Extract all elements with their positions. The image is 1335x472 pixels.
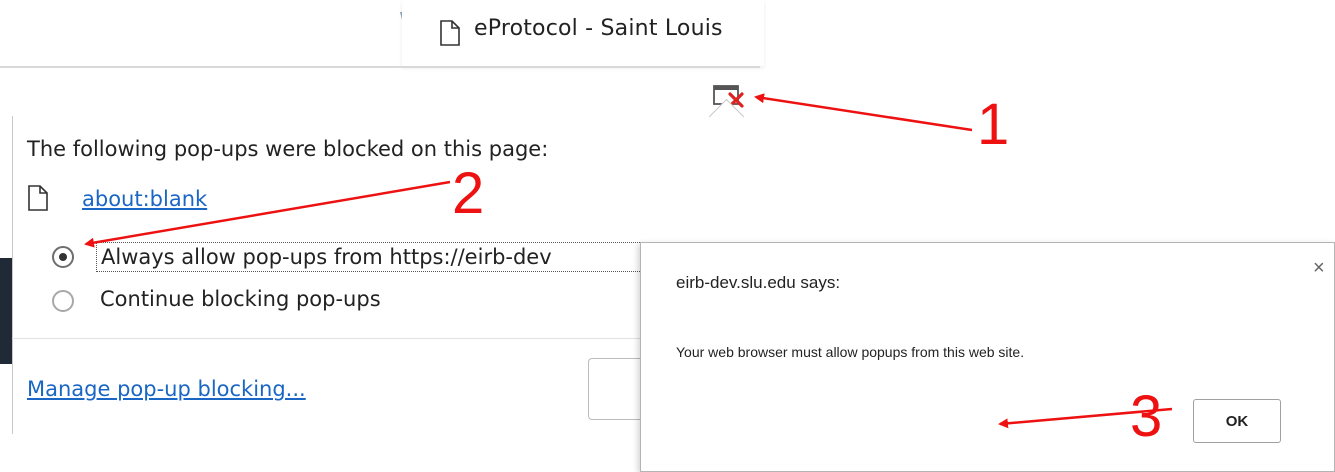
blocked-popup-link[interactable]: about:blank [82, 187, 207, 211]
document-icon [28, 185, 48, 211]
annotation-step-3: 3 [1130, 384, 1163, 449]
toolbar-divider [0, 66, 760, 68]
annotation-arrow-1 [754, 93, 973, 132]
continue-blocking-radio[interactable] [52, 290, 74, 312]
continue-blocking-label[interactable]: Continue blocking pop-ups [100, 287, 381, 311]
close-icon[interactable]: × [1313, 258, 1325, 278]
bubble-heading: The following pop-ups were blocked on th… [27, 137, 549, 161]
dialog-message: Your web browser must allow popups from … [676, 344, 1025, 360]
document-icon [440, 20, 460, 46]
always-allow-radio[interactable] [52, 246, 74, 268]
done-button[interactable] [588, 358, 648, 420]
ok-button[interactable]: OK [1193, 399, 1281, 443]
page-background-strip [0, 258, 12, 364]
dialog-title: eirb-dev.slu.edu says: [676, 273, 841, 292]
annotation-step-2: 2 [452, 161, 485, 226]
manage-popup-blocking-link[interactable]: Manage pop-up blocking... [27, 377, 306, 401]
annotation-step-1: 1 [977, 92, 1010, 157]
tab-title: eProtocol - Saint Louis [474, 16, 723, 41]
